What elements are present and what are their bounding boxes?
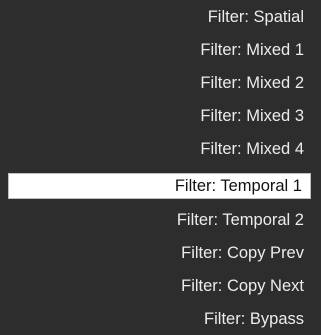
filter-option-mixed-1[interactable]: Filter: Mixed 1 <box>0 37 321 63</box>
filter-option-mixed-3[interactable]: Filter: Mixed 3 <box>0 103 321 129</box>
filter-option-temporal-2[interactable]: Filter: Temporal 2 <box>0 207 321 233</box>
filter-option-copy-next[interactable]: Filter: Copy Next <box>0 273 321 299</box>
filter-option-spatial[interactable]: Filter: Spatial <box>0 4 321 30</box>
filter-option-bypass[interactable]: Filter: Bypass <box>0 306 321 332</box>
filter-option-mixed-2[interactable]: Filter: Mixed 2 <box>0 70 321 96</box>
filter-option-copy-prev[interactable]: Filter: Copy Prev <box>0 240 321 266</box>
filter-dropdown-list: Filter: Spatial Filter: Mixed 1 Filter: … <box>0 0 321 335</box>
filter-option-temporal-1-selected[interactable]: Filter: Temporal 1 <box>8 173 311 199</box>
filter-option-mixed-4[interactable]: Filter: Mixed 4 <box>0 136 321 162</box>
